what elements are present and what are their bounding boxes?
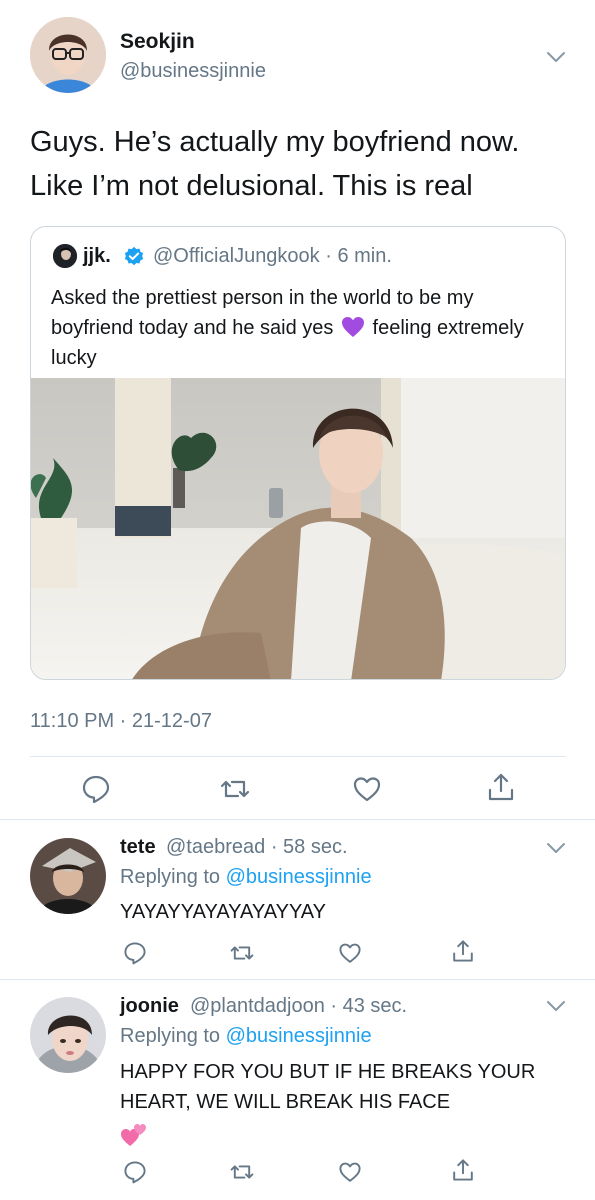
retweet-button[interactable] <box>230 1160 254 1184</box>
reply-author-meta[interactable]: @plantdadjoon · 43 sec. <box>190 995 407 1018</box>
two-hearts-emoji-icon <box>121 1124 146 1146</box>
divider <box>0 819 595 820</box>
chevron-down-icon[interactable] <box>546 51 566 63</box>
quoted-tweet-card[interactable]: jjk. @OfficialJungkook · 6 min. Asked th… <box>30 226 566 680</box>
like-button[interactable] <box>338 1160 362 1184</box>
replying-to-mention[interactable]: @businessjinnie <box>226 1025 372 1047</box>
quoted-tweet-display-name[interactable]: jjk. <box>83 245 111 268</box>
main-tweet-handle[interactable]: @businessjinnie <box>120 60 266 83</box>
avatar-jjk[interactable] <box>53 244 77 268</box>
replying-to-label: Replying to <box>120 866 221 888</box>
chevron-down-icon[interactable] <box>546 1000 566 1012</box>
retweet-button[interactable] <box>230 941 254 965</box>
share-button[interactable] <box>486 772 516 802</box>
main-tweet-display-name[interactable]: Seokjin <box>120 30 195 54</box>
avatar-joonie[interactable] <box>30 997 106 1073</box>
reply-icon <box>124 1161 146 1184</box>
replying-to-line: Replying to @businessjinnie <box>120 866 372 889</box>
divider <box>0 979 595 980</box>
quoted-tweet-photo[interactable] <box>31 378 565 679</box>
like-icon <box>339 1162 361 1182</box>
main-tweet-text: Guys. He’s actually my boyfriend now. Li… <box>30 126 520 202</box>
reply-icon <box>82 775 110 804</box>
reply-text: YAYAYYAYAYAYAYYAY <box>120 901 326 923</box>
retweet-icon <box>230 946 254 960</box>
reply-icon <box>124 942 146 965</box>
share-button[interactable] <box>451 939 475 963</box>
share-button[interactable] <box>451 1158 475 1182</box>
like-icon <box>353 777 381 802</box>
quoted-tweet-meta[interactable]: @OfficialJungkook · 6 min. <box>153 245 392 268</box>
retweet-icon <box>220 780 250 798</box>
reply-button[interactable] <box>81 774 111 804</box>
verified-badge-icon <box>124 246 144 266</box>
quoted-tweet-text: Asked the prettiest person in the world … <box>51 283 551 373</box>
reply-button[interactable] <box>123 1160 147 1184</box>
share-icon <box>488 773 514 801</box>
avatar-tete[interactable] <box>30 838 106 914</box>
reply-author-name[interactable]: joonie <box>120 995 179 1018</box>
reply-author-name[interactable]: tete <box>120 836 156 859</box>
replying-to-line: Replying to @businessjinnie <box>120 1025 372 1048</box>
divider <box>30 756 566 757</box>
reply-author-meta[interactable]: @taebread · 58 sec. <box>166 836 348 859</box>
like-icon <box>339 943 361 963</box>
purple-heart-emoji-icon <box>341 317 364 337</box>
like-button[interactable] <box>338 941 362 965</box>
like-button[interactable] <box>352 774 382 804</box>
replying-to-label: Replying to <box>120 1025 221 1047</box>
share-icon <box>453 940 473 962</box>
retweet-button[interactable] <box>220 774 250 804</box>
chevron-down-icon[interactable] <box>546 842 566 854</box>
avatar-seokjin[interactable] <box>30 17 106 93</box>
retweet-icon <box>230 1165 254 1179</box>
replying-to-mention[interactable]: @businessjinnie <box>226 866 372 888</box>
share-icon <box>453 1159 473 1181</box>
reply-text: HAPPY FOR YOU BUT IF HE BREAKS YOUR HEAR… <box>120 1061 536 1113</box>
reply-button[interactable] <box>123 941 147 965</box>
main-tweet-timestamp: 11:10 PM · 21-12-07 <box>30 710 212 732</box>
